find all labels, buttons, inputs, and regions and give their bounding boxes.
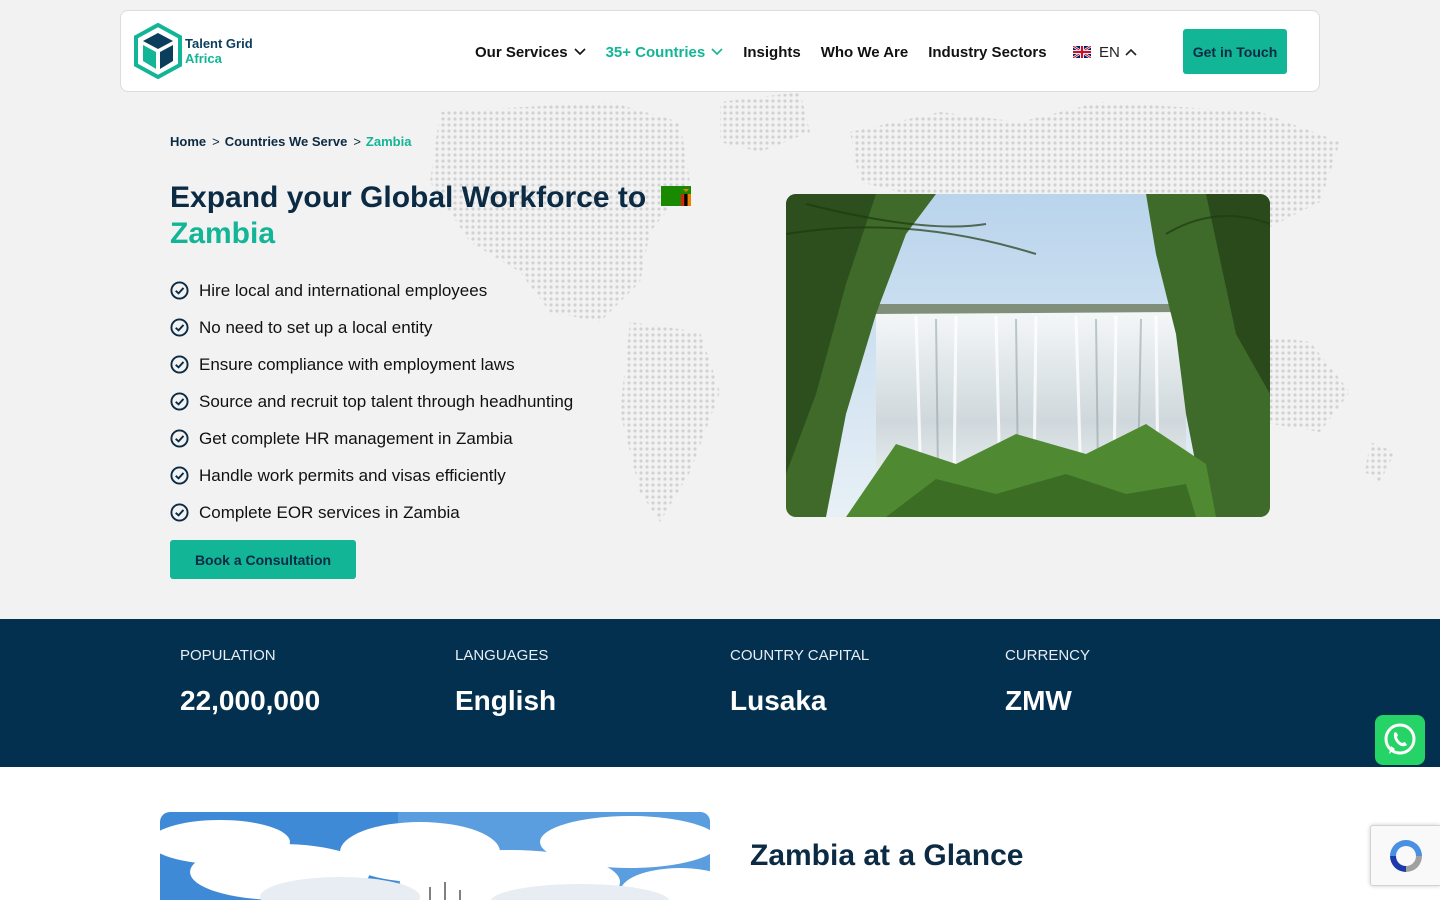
feature-text: No need to set up a local entity [199,317,433,337]
breadcrumb: Home > Countries We Serve > Zambia [170,134,411,149]
feature-text: Complete EOR services in Zambia [199,502,460,522]
check-circle-icon [170,281,189,300]
feature-item: Get complete HR management in Zambia [170,420,573,457]
language-code: EN [1099,43,1120,61]
recaptcha-icon [1389,839,1422,872]
uk-flag-icon [1073,46,1091,58]
breadcrumb-separator: > [353,134,361,149]
chevron-up-icon [1125,48,1137,56]
nav-industry-sectors[interactable]: Industry Sectors [928,44,1046,61]
breadcrumb-home[interactable]: Home [170,134,206,149]
city-sky-image [160,812,710,900]
feature-item: Handle work permits and visas efficientl… [170,457,573,494]
page-title-text: Expand your Global Workforce to [170,181,647,214]
feature-text: Hire local and international employees [199,280,488,300]
stat-value: English [455,685,557,716]
check-circle-icon [170,429,189,448]
breadcrumb-countries[interactable]: Countries We Serve [225,134,348,149]
country-stats-band: POPULATION 22,000,000 LANGUAGES English … [0,619,1440,767]
zambia-flag-icon [660,186,691,207]
feature-text: Source and recruit top talent through he… [199,391,574,411]
get-in-touch-button[interactable]: Get in Touch [1183,29,1287,74]
nav-our-services[interactable]: Our Services [475,44,586,61]
waterfall-illustration [786,194,1270,517]
recaptcha-badge[interactable] [1370,825,1440,886]
brand-name-line1: Talent Grid [185,36,253,51]
nav-our-services-label: Our Services [475,43,568,61]
stat-value: ZMW [1005,685,1072,716]
nav-countries-label: 35+ Countries [605,43,706,61]
glance-section: Zambia at a Glance [0,767,1440,900]
stat-label: POPULATION [180,647,276,664]
glance-heading: Zambia at a Glance [750,839,1024,872]
site-header: Talent Grid Africa Our Services 35+ Coun… [120,10,1320,92]
chevron-down-icon [711,48,723,56]
language-selector[interactable]: EN [1073,11,1137,93]
hero-waterfall-image [786,194,1270,517]
stat-value: Lusaka [730,685,827,716]
feature-text: Ensure compliance with employment laws [199,354,515,374]
page-title-country: Zambia [170,217,276,250]
whatsapp-icon [1384,723,1416,755]
check-circle-icon [170,392,189,411]
check-circle-icon [170,318,189,337]
stat-label: LANGUAGES [455,647,549,664]
main-nav: Our Services 35+ Countries Insights Who … [475,11,1067,93]
feature-item: Ensure compliance with employment laws [170,346,573,383]
check-circle-icon [170,466,189,485]
stat-value: 22,000,000 [180,685,321,716]
nav-insights[interactable]: Insights [743,44,801,61]
book-consultation-button[interactable]: Book a Consultation [170,540,356,579]
feature-list: Hire local and international employees N… [170,272,573,531]
chevron-down-icon [573,48,586,56]
feature-item: No need to set up a local entity [170,309,573,346]
whatsapp-chat-button[interactable] [1375,715,1425,765]
page-title: Expand your Global Workforce to Zambia [170,180,730,252]
breadcrumb-separator: > [212,134,220,149]
feature-text: Get complete HR management in Zambia [199,428,513,448]
check-circle-icon [170,503,189,522]
nav-countries[interactable]: 35+ Countries [606,44,724,61]
stat-label: CURRENCY [1005,647,1091,664]
feature-item: Hire local and international employees [170,272,573,309]
feature-text: Handle work permits and visas efficientl… [199,465,506,485]
breadcrumb-current: Zambia [365,134,412,149]
feature-item: Complete EOR services in Zambia [170,494,573,531]
cube-logo-icon [134,23,182,79]
stat-label: COUNTRY CAPITAL [730,647,870,664]
brand-logo[interactable]: Talent Grid Africa [133,23,253,79]
check-circle-icon [170,355,189,374]
brand-name-line2: Africa [185,51,222,66]
nav-who-we-are[interactable]: Who We Are [821,44,909,61]
sky-clouds-illustration [160,812,710,900]
feature-item: Source and recruit top talent through he… [170,383,573,420]
